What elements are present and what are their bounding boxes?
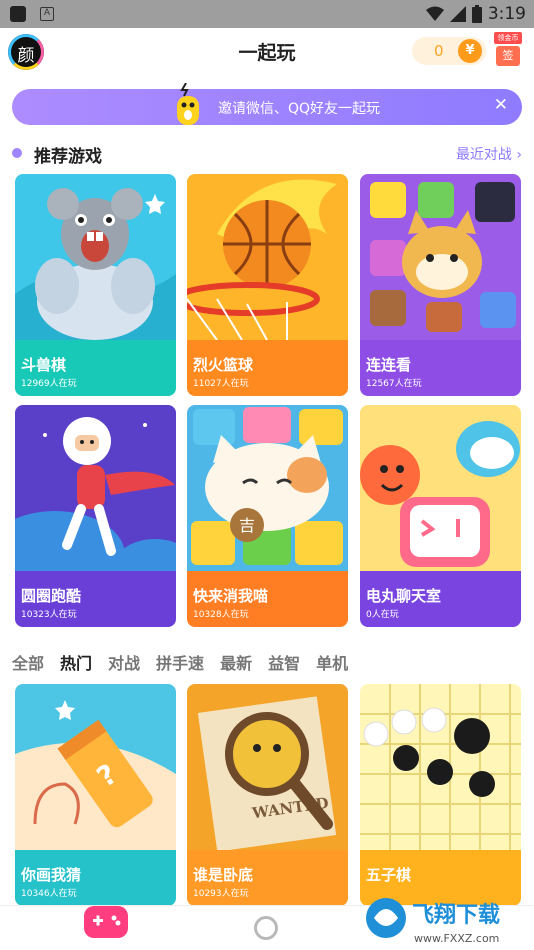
section-dot — [12, 148, 22, 158]
game-card-spy[interactable]: WANTED 谁是卧底 10293人在玩 — [187, 684, 348, 906]
card-footer: 谁是卧底 10293人在玩 — [187, 850, 348, 906]
recommended-header: 推荐游戏 最近对战 › — [12, 140, 522, 167]
clock: 3:19 — [487, 4, 526, 24]
game-players: 10293人在玩 — [193, 889, 249, 899]
watermark-url: www.FXXZ.com — [414, 932, 499, 945]
game-card-gomoku[interactable]: 五子棋 — [360, 684, 521, 906]
coin-count: 0 — [434, 42, 444, 60]
game-art: ? — [15, 684, 176, 850]
game-card-lianliankan[interactable]: 连连看 12567人在玩 — [360, 174, 521, 396]
tab-speed[interactable]: 拼手速 — [156, 650, 204, 676]
sign-in-tag: 领金币 — [494, 32, 522, 44]
game-art — [360, 174, 521, 340]
watermark-title: 飞翔下载 — [412, 902, 500, 928]
a-notification-icon: A — [40, 7, 54, 21]
card-footer: 你画我猜 10346人在玩 — [15, 850, 176, 906]
wifi-icon — [425, 6, 444, 21]
game-players: 0人在玩 — [366, 610, 399, 620]
game-players: 11027人在玩 — [193, 379, 249, 389]
tab-battle[interactable]: 对战 — [108, 650, 140, 676]
coin-balance[interactable]: 0 ¥ — [412, 37, 486, 65]
tab-all[interactable]: 全部 — [12, 650, 44, 676]
game-name: 谁是卧底 — [193, 866, 254, 884]
card-footer: 烈火篮球 11027人在玩 — [187, 340, 348, 396]
game-card-basketball[interactable]: 烈火篮球 11027人在玩 — [187, 174, 348, 396]
notification-icon — [10, 6, 26, 22]
game-name: 快来消我喵 — [193, 587, 269, 605]
game-art: WANTED — [187, 684, 348, 850]
game-name: 五子棋 — [366, 866, 412, 884]
recent-battles-link[interactable]: 最近对战 › — [456, 144, 522, 164]
game-name: 连连看 — [366, 356, 412, 374]
banner-text: 邀请微信、QQ好友一起玩 — [218, 101, 381, 117]
close-icon[interactable]: ✕ — [494, 95, 508, 115]
game-card-draw-guess[interactable]: ? 你画我猜 10346人在玩 — [15, 684, 176, 906]
game-name: 电丸聊天室 — [366, 587, 442, 605]
game-name: 烈火篮球 — [193, 356, 254, 374]
invite-banner[interactable]: 邀请微信、QQ好友一起玩 ✕ — [12, 83, 522, 125]
game-name: 圆圈跑酷 — [21, 587, 82, 605]
game-players: 10346人在玩 — [21, 889, 77, 899]
section-title: 推荐游戏 — [34, 147, 102, 167]
card-footer: 斗兽棋 12969人在玩 — [15, 340, 176, 396]
game-name: 斗兽棋 — [21, 356, 67, 374]
game-card-cat-match[interactable]: 吉 快来消我喵 10328人在玩 — [187, 405, 348, 627]
sign-in-label: 签 — [496, 46, 520, 66]
gamepad-icon[interactable] — [84, 906, 128, 938]
top-bar: 颜 一起玩 0 ¥ 领金币 签 — [0, 28, 534, 78]
status-bar: A 3:19 — [0, 0, 534, 28]
tab-single[interactable]: 单机 — [316, 650, 348, 676]
game-art — [15, 174, 176, 340]
game-art — [360, 684, 521, 850]
game-players: 12969人在玩 — [21, 379, 77, 389]
card-footer: 圆圈跑酷 10323人在玩 — [15, 571, 176, 627]
category-tabs: 全部 热门 对战 拼手速 最新 益智 单机 — [12, 650, 348, 676]
battery-icon — [471, 5, 482, 23]
card-footer: 连连看 12567人在玩 — [360, 340, 521, 396]
game-players: 10328人在玩 — [193, 610, 249, 620]
game-players: 10323人在玩 — [21, 610, 77, 620]
art-char: 吉 — [239, 516, 255, 535]
game-art — [360, 405, 521, 571]
card-footer: 电丸聊天室 0人在玩 — [360, 571, 521, 627]
card-footer: 快来消我喵 10328人在玩 — [187, 571, 348, 627]
game-players: 12567人在玩 — [366, 379, 422, 389]
tab-hot[interactable]: 热门 — [60, 650, 92, 676]
coin-icon: ¥ — [458, 39, 482, 63]
tab-puzzle[interactable]: 益智 — [268, 650, 300, 676]
game-art — [15, 405, 176, 571]
signal-icon — [449, 6, 466, 22]
game-art: 吉 — [187, 405, 348, 571]
tab-newest[interactable]: 最新 — [220, 650, 252, 676]
site-watermark: 飞翔下载 www.FXXZ.com — [366, 898, 500, 945]
mascot-icon — [177, 83, 199, 125]
game-art — [187, 174, 348, 340]
game-name: 你画我猜 — [21, 866, 82, 884]
game-card-chatroom[interactable]: 电丸聊天室 0人在玩 — [360, 405, 521, 627]
sign-in-button[interactable]: 领金币 签 — [494, 32, 522, 68]
circle-nav-icon[interactable] — [254, 916, 278, 940]
game-card-doushouqi[interactable]: 斗兽棋 12969人在玩 — [15, 174, 176, 396]
game-card-parkour[interactable]: 圆圈跑酷 10323人在玩 — [15, 405, 176, 627]
